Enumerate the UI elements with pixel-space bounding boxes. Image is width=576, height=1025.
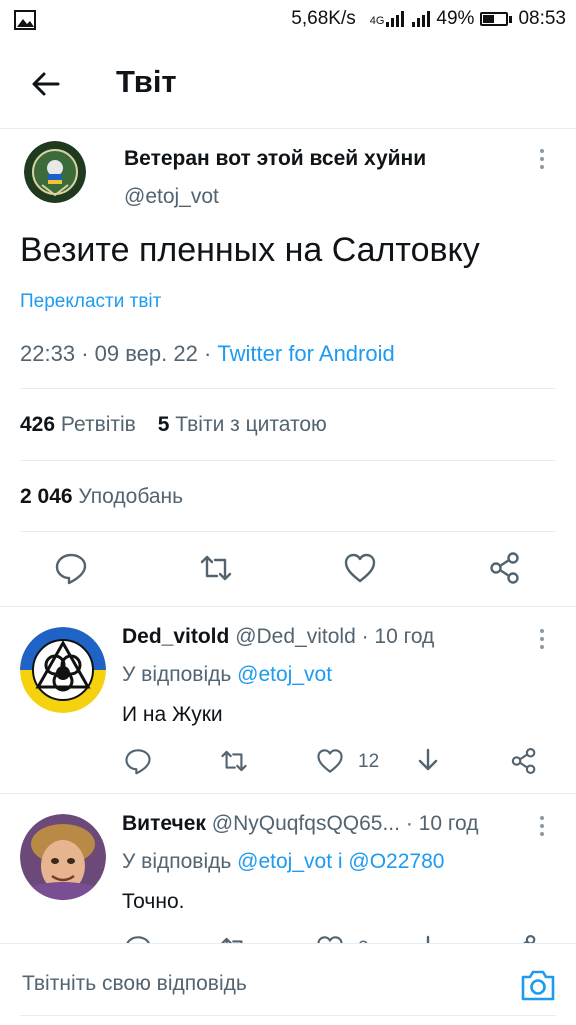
battery-percent: 49% (436, 8, 475, 29)
like-icon[interactable] (343, 551, 377, 585)
reply-mentions[interactable]: @etoj_vot (237, 663, 332, 686)
retweet-icon[interactable] (220, 747, 248, 775)
share-icon[interactable] (488, 551, 522, 585)
avatar[interactable] (20, 627, 106, 713)
tweet-text: Везите пленных на Салтовку (20, 231, 480, 269)
retweet-icon[interactable] (199, 551, 233, 585)
reply-to-line: У відповідь @etoj_vot (122, 663, 333, 686)
reply-text: Точно. (122, 890, 185, 913)
divider (20, 388, 556, 389)
camera-icon[interactable] (520, 968, 556, 1002)
tweet-date: 09 вер. 22 (94, 341, 198, 366)
tweet-actions (0, 425, 576, 585)
reply-time: 10 год (374, 625, 435, 648)
signal-icon (386, 11, 405, 27)
tweet-meta: 22:33 · 09 вер. 22 · Twitter for Android (20, 341, 395, 366)
reply-author-handle[interactable]: @Ded_vitold (235, 625, 356, 648)
more-options-icon[interactable] (538, 816, 546, 836)
more-options-icon[interactable] (538, 629, 546, 649)
reply-author-name[interactable]: Витечек (122, 812, 206, 835)
avatar[interactable] (24, 141, 86, 203)
signal-icon (412, 11, 431, 27)
likes-stat[interactable]: 2 046 Уподобань (20, 485, 183, 509)
download-icon[interactable] (414, 747, 442, 775)
share-icon[interactable] (510, 747, 538, 775)
reply-header: Витечек @NyQuqfqsQQ65... · 10 год (122, 812, 479, 835)
reply-to-line: У відповідь @etoj_vot і @O22780 (122, 850, 445, 873)
reply-text: И на Жуки (122, 703, 223, 726)
author-name[interactable]: Ветеран вот этой всей хуйни (124, 147, 426, 171)
arrow-left-icon[interactable] (28, 66, 64, 102)
divider (20, 1015, 556, 1016)
page-title: Твіт (116, 64, 177, 99)
tweet-time: 22:33 (20, 341, 76, 366)
status-bar: 5,68K/s 4G 49% 08:53 (0, 0, 576, 40)
author-handle[interactable]: @etoj_vot (124, 185, 219, 209)
like-count: 12 (358, 751, 380, 772)
reply-icon[interactable] (124, 747, 152, 775)
avatar[interactable] (20, 814, 106, 900)
compose-bar: Твітніть свою відповідь (0, 943, 576, 1025)
reply-author-name[interactable]: Ded_vitold (122, 625, 229, 648)
more-options-icon[interactable] (538, 149, 546, 169)
network-type: 4G (369, 15, 385, 27)
translate-tweet-link[interactable]: Перекласти твіт (20, 291, 161, 313)
reply-icon[interactable] (54, 551, 88, 585)
reply-time: 10 год (418, 812, 479, 835)
app-header: Твіт (0, 40, 576, 129)
reply-author-handle[interactable]: @NyQuqfqsQQ65... (212, 812, 400, 835)
reply-input[interactable]: Твітніть свою відповідь (22, 972, 247, 996)
divider (20, 531, 556, 532)
network-speed: 5,68K/s (291, 8, 356, 29)
reply-actions: 12 (0, 747, 576, 787)
battery-icon (480, 12, 513, 26)
gallery-icon (14, 10, 36, 36)
reply-header: Ded_vitold @Ded_vitold · 10 год (122, 625, 435, 648)
clock: 08:53 (518, 8, 566, 29)
like-icon[interactable] (316, 747, 344, 775)
reply-item[interactable]: Ded_vitold @Ded_vitold · 10 год У відпов… (0, 607, 576, 793)
reply-mentions[interactable]: @etoj_vot і @O22780 (237, 850, 444, 873)
tweet-source-link[interactable]: Twitter for Android (217, 341, 394, 366)
